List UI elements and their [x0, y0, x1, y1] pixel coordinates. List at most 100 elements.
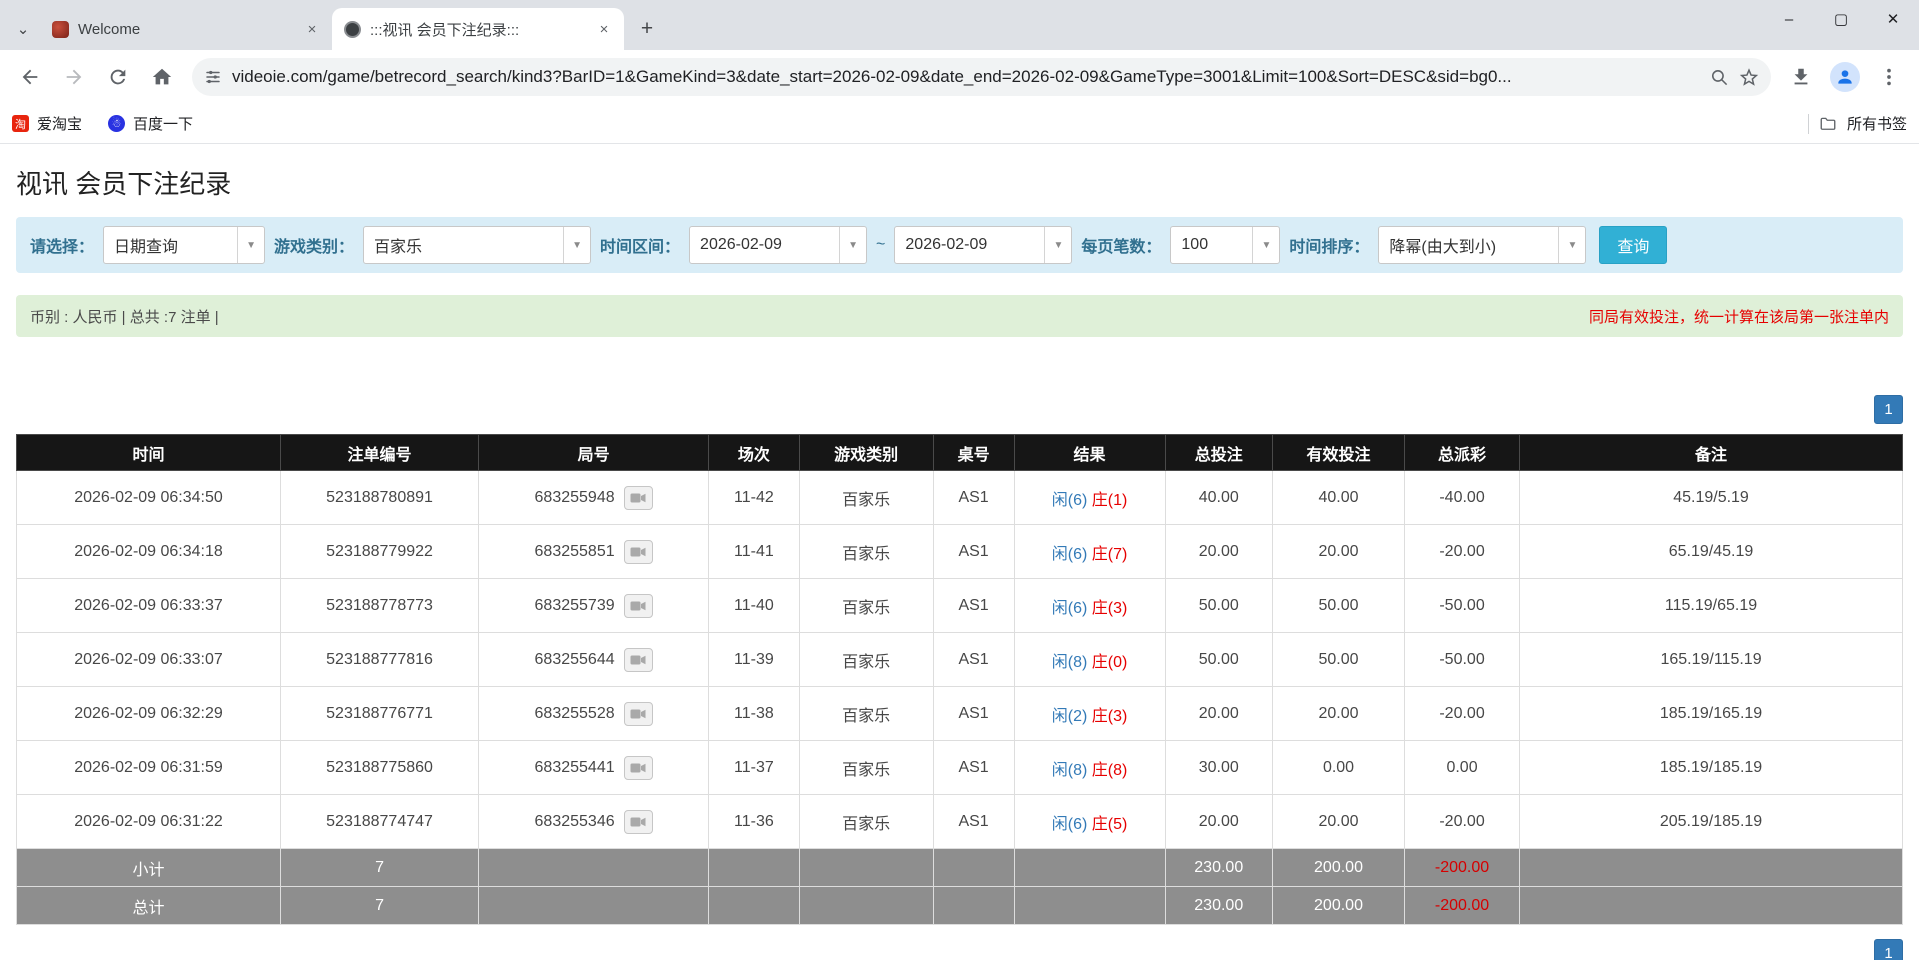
- time-cell: 2026-02-09 06:34:18: [15, 524, 282, 579]
- reload-icon: [110, 69, 126, 85]
- pagination-bottom: 1: [16, 939, 1903, 960]
- bookmark-baidu[interactable]: ☃ 百度一下: [108, 113, 193, 134]
- select-type-label: 请选择：: [30, 239, 95, 256]
- close-window-button[interactable]: ✕: [1867, 0, 1919, 38]
- video-replay-button[interactable]: [623, 809, 653, 834]
- note-cell: 165.19/115.19: [1519, 632, 1903, 687]
- game-kind-select[interactable]: 百家乐 ▼: [363, 226, 592, 264]
- video-replay-button[interactable]: [623, 485, 653, 510]
- video-replay-button[interactable]: [623, 647, 653, 672]
- subtotal-count: 7: [280, 848, 480, 887]
- zoom-icon[interactable]: [1710, 68, 1729, 87]
- note-cell: 45.19/5.19: [1519, 470, 1903, 525]
- session-cell: 11-39: [708, 632, 800, 687]
- site-info-icon[interactable]: [204, 68, 222, 86]
- url-text[interactable]: videoie.com/game/betrecord_search/kind3?…: [232, 67, 1700, 87]
- query-type-select[interactable]: 日期查询 ▼: [103, 226, 266, 264]
- menu-button[interactable]: [1869, 57, 1909, 97]
- tab-close-icon[interactable]: ×: [594, 19, 614, 39]
- video-replay-button[interactable]: [623, 539, 653, 564]
- page-size-label: 每页笔数：: [1081, 239, 1162, 256]
- back-arrow-icon: [22, 69, 38, 85]
- round-cell: 683255739: [478, 578, 710, 633]
- date-end-select[interactable]: 2026-02-09 ▼: [894, 226, 1073, 264]
- col-note: 备注: [1519, 434, 1903, 471]
- tab-close-icon[interactable]: ×: [302, 19, 322, 39]
- chevron-down-icon[interactable]: ▼: [1558, 227, 1585, 263]
- video-replay-button[interactable]: [623, 593, 653, 618]
- subtotal-payout: -200.00: [1404, 848, 1521, 887]
- subtotal-valid-bet: 200.00: [1271, 848, 1406, 887]
- total-bet-cell: 20.00: [1164, 794, 1273, 849]
- sort-select[interactable]: 降幂(由大到小) ▼: [1378, 226, 1587, 264]
- new-tab-button[interactable]: +: [630, 12, 664, 46]
- chevron-down-icon[interactable]: ▼: [1044, 227, 1071, 263]
- result-cell: 闲(2) 庄(3): [1013, 686, 1166, 741]
- tab-welcome[interactable]: Welcome ×: [40, 8, 332, 50]
- col-table: 桌号: [932, 434, 1015, 471]
- note-cell: 185.19/165.19: [1519, 686, 1903, 741]
- session-cell: 11-41: [708, 524, 800, 579]
- tab-bet-record[interactable]: :::视讯 会员下注纪录::: ×: [332, 8, 624, 50]
- profile-button[interactable]: [1825, 57, 1865, 97]
- bookmark-label: 百度一下: [133, 116, 194, 133]
- downloads-button[interactable]: [1781, 57, 1821, 97]
- bookmark-star-icon[interactable]: [1739, 67, 1759, 87]
- time-cell: 2026-02-09 06:31:59: [15, 740, 282, 795]
- round-cell: 683255346: [478, 794, 710, 849]
- back-button[interactable]: [10, 57, 50, 97]
- table-row: 2026-02-09 06:31:59 523188775860 6832554…: [15, 740, 1903, 795]
- tab-record-favicon-icon: [344, 20, 361, 38]
- total-bet-cell: 40.00: [1164, 470, 1273, 525]
- total-bet-cell: 50.00: [1164, 632, 1273, 687]
- all-bookmarks[interactable]: 所有书签: [1807, 113, 1907, 134]
- subtotal-total-bet: 230.00: [1164, 848, 1273, 887]
- table-cell: AS1: [932, 740, 1015, 795]
- session-cell: 11-38: [708, 686, 800, 741]
- all-bookmarks-label: 所有书签: [1846, 116, 1907, 133]
- page-size-select[interactable]: 100 ▼: [1170, 226, 1281, 264]
- tab-search-chevron-icon[interactable]: ⌄: [6, 8, 40, 50]
- bet-id-cell: 523188778773: [280, 578, 480, 633]
- valid-bet-notice-text: 同局有效投注，统一计算在该局第一张注单内: [1588, 308, 1889, 326]
- result-cell: 闲(6) 庄(5): [1013, 794, 1166, 849]
- filter-bar: 请选择： 日期查询 ▼ 游戏类别： 百家乐 ▼ 时间区间： 2026-02-09…: [16, 217, 1903, 273]
- valid-bet-cell: 50.00: [1271, 578, 1406, 633]
- forward-button[interactable]: [54, 57, 94, 97]
- session-cell: 11-40: [708, 578, 800, 633]
- payout-cell: -20.00: [1404, 794, 1521, 849]
- reload-button[interactable]: [98, 57, 138, 97]
- search-button[interactable]: 查询: [1599, 226, 1668, 264]
- minimize-button[interactable]: –: [1763, 0, 1815, 38]
- home-button[interactable]: [142, 57, 182, 97]
- address-bar[interactable]: videoie.com/game/betrecord_search/kind3?…: [192, 58, 1771, 96]
- chevron-down-icon[interactable]: ▼: [1252, 227, 1279, 263]
- total-row: 总计 7 230.00 200.00 -200.00: [15, 886, 1903, 925]
- valid-bet-cell: 50.00: [1271, 632, 1406, 687]
- col-valid-bet: 有效投注: [1271, 434, 1406, 471]
- video-replay-button[interactable]: [623, 701, 653, 726]
- video-icon: [630, 601, 646, 610]
- total-count: 7: [280, 886, 480, 925]
- date-start-select[interactable]: 2026-02-09 ▼: [689, 226, 868, 264]
- subtotal-row: 小计 7 230.00 200.00 -200.00: [15, 848, 1903, 887]
- video-replay-button[interactable]: [623, 755, 653, 780]
- valid-bet-cell: 20.00: [1271, 524, 1406, 579]
- col-game-kind: 游戏类别: [798, 434, 934, 471]
- chevron-down-icon[interactable]: ▼: [839, 227, 866, 263]
- game-cell: 百家乐: [798, 740, 934, 795]
- chevron-down-icon[interactable]: ▼: [237, 227, 264, 263]
- summary-info-bar: 币别 : 人民币 | 总共 :7 注单 | 同局有效投注，统一计算在该局第一张注…: [16, 295, 1903, 337]
- maximize-button[interactable]: ▢: [1815, 0, 1867, 38]
- col-round: 局号: [478, 434, 710, 471]
- page-1-button[interactable]: 1: [1874, 939, 1903, 960]
- chevron-down-icon[interactable]: ▼: [563, 227, 590, 263]
- time-cell: 2026-02-09 06:34:50: [15, 470, 282, 525]
- payout-cell: -50.00: [1404, 578, 1521, 633]
- bookmarks-bar: 淘 爱淘宝 ☃ 百度一下 所有书签: [0, 104, 1919, 144]
- round-cell: 683255441: [478, 740, 710, 795]
- round-cell: 683255528: [478, 686, 710, 741]
- table-cell: AS1: [932, 524, 1015, 579]
- page-1-button[interactable]: 1: [1874, 395, 1903, 424]
- bookmark-aitaobao[interactable]: 淘 爱淘宝: [12, 113, 82, 134]
